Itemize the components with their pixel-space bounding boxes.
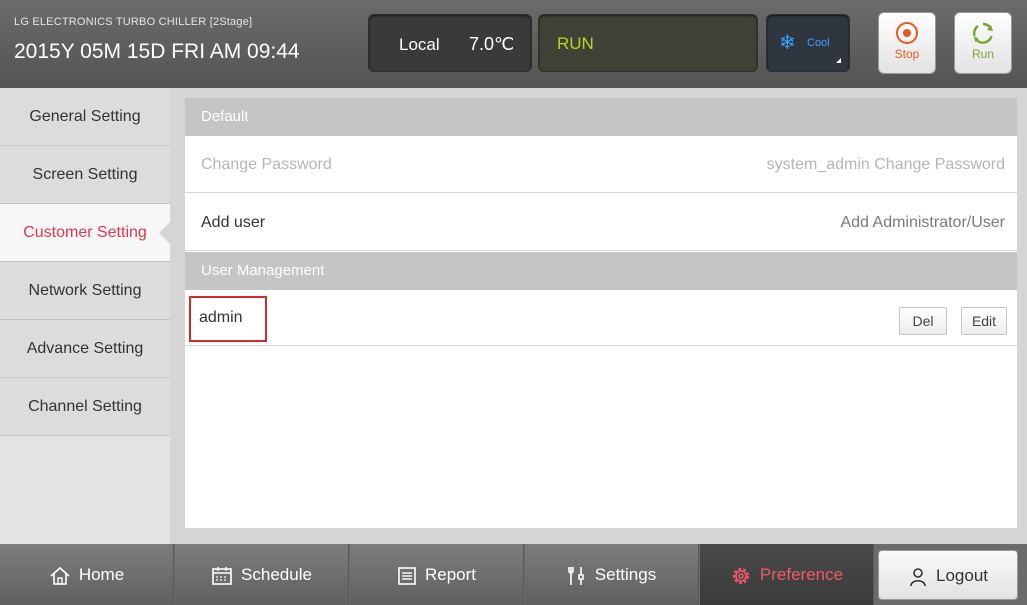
stop-button[interactable]: Stop bbox=[878, 12, 936, 74]
logout-label: Logout bbox=[936, 566, 988, 585]
sidebar-item-label: Network Setting bbox=[28, 282, 142, 299]
logout-button[interactable]: Logout bbox=[878, 550, 1018, 600]
datetime-display: 2015Y 05M 15D FRI AM 09:44 bbox=[14, 40, 300, 63]
section-header-user-management: User Management bbox=[185, 252, 1017, 290]
run-status-panel: RUN bbox=[538, 14, 758, 72]
run-button[interactable]: Run bbox=[954, 12, 1012, 74]
add-user-label: Add user bbox=[201, 214, 266, 231]
cool-mode-button[interactable]: ❄ Cool bbox=[766, 14, 850, 72]
sidebar-item-advance-setting[interactable]: Advance Setting bbox=[0, 320, 170, 378]
active-indicator bbox=[159, 222, 170, 244]
run-status-text: RUN bbox=[557, 34, 594, 53]
add-user-row[interactable]: Add user Add Administrator/User bbox=[185, 194, 1017, 251]
sidebar-item-label: Customer Setting bbox=[23, 224, 147, 241]
edit-user-button[interactable]: Edit bbox=[961, 307, 1007, 335]
user-name[interactable]: admin bbox=[189, 296, 267, 342]
nav-home[interactable]: Home bbox=[0, 544, 174, 605]
change-password-label: Change Password bbox=[201, 156, 332, 173]
sidebar-item-screen-setting[interactable]: Screen Setting bbox=[0, 146, 170, 204]
sidebar-item-label: Channel Setting bbox=[28, 398, 142, 415]
sidebar-item-label: Advance Setting bbox=[26, 340, 144, 357]
add-user-value: Add Administrator/User bbox=[840, 214, 1005, 231]
run-label: Run bbox=[971, 47, 994, 61]
change-password-row[interactable]: Change Password system_admin Change Pass… bbox=[185, 136, 1017, 193]
nav-label: Report bbox=[424, 565, 477, 584]
stop-label: Stop bbox=[894, 47, 920, 61]
change-password-value: system_admin Change Password bbox=[766, 156, 1005, 173]
nav-label: Settings bbox=[594, 565, 657, 584]
section-header-default: Default bbox=[185, 98, 1017, 136]
cool-label: Cool bbox=[807, 37, 830, 49]
sidebar-item-network-setting[interactable]: Network Setting bbox=[0, 262, 170, 320]
gear-icon bbox=[732, 567, 749, 584]
customer-setting-panel: Default Change Password system_admin Cha… bbox=[185, 98, 1017, 528]
settings-sidebar: General Setting Screen Setting Customer … bbox=[0, 88, 170, 544]
bottom-nav: Home Schedule Report Settings Preference… bbox=[0, 544, 1027, 605]
user-icon bbox=[910, 567, 926, 586]
nav-label: Preference bbox=[759, 565, 844, 584]
sidebar-item-label: General Setting bbox=[29, 108, 141, 125]
user-row: admin Del Edit bbox=[185, 290, 1017, 346]
nav-settings[interactable]: Settings bbox=[525, 544, 699, 605]
mode-temperature-panel: Local 7.0℃ bbox=[368, 14, 532, 72]
delete-user-button[interactable]: Del bbox=[899, 307, 947, 335]
temperature-value: 7.0℃ bbox=[469, 34, 515, 54]
recycle-run-icon bbox=[972, 22, 993, 44]
nav-schedule[interactable]: Schedule bbox=[175, 544, 349, 605]
nav-preference[interactable]: Preference bbox=[700, 544, 874, 605]
stop-icon bbox=[896, 22, 918, 44]
top-header: LG ELECTRONICS TURBO CHILLER [2Stage] 20… bbox=[0, 0, 1027, 88]
tools-icon bbox=[567, 566, 584, 585]
sidebar-item-customer-setting[interactable]: Customer Setting bbox=[0, 204, 170, 262]
snowflake-icon: ❄ bbox=[779, 32, 796, 54]
report-icon bbox=[398, 566, 416, 585]
sidebar-item-label: Screen Setting bbox=[32, 166, 138, 183]
dropdown-corner-icon bbox=[836, 58, 841, 63]
nav-report[interactable]: Report bbox=[350, 544, 524, 605]
sidebar-item-general-setting[interactable]: General Setting bbox=[0, 88, 170, 146]
nav-label: Home bbox=[78, 565, 125, 584]
device-subtitle: LG ELECTRONICS TURBO CHILLER [2Stage] bbox=[14, 16, 253, 28]
mode-label: Local bbox=[399, 35, 440, 54]
calendar-icon bbox=[212, 566, 232, 585]
home-icon bbox=[50, 566, 70, 585]
nav-label: Schedule bbox=[241, 565, 312, 584]
sidebar-item-channel-setting[interactable]: Channel Setting bbox=[0, 378, 170, 436]
